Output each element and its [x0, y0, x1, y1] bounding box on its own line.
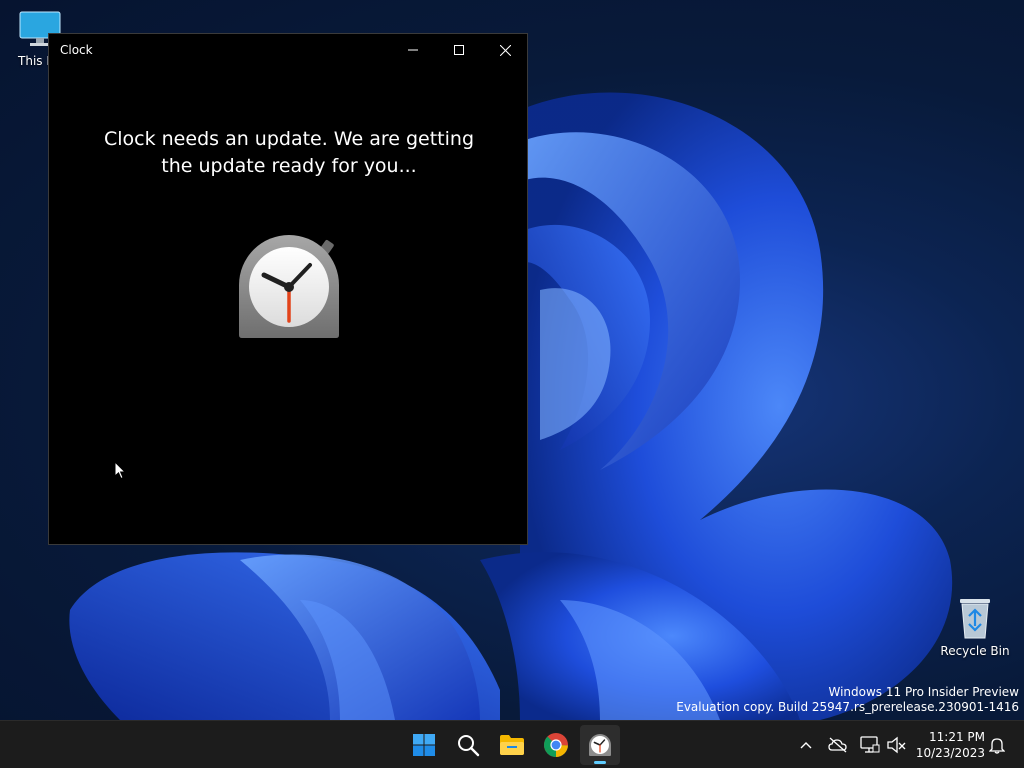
onedrive-offline-icon	[828, 737, 847, 753]
tray-date: 10/23/2023	[915, 746, 985, 760]
search-button[interactable]	[448, 725, 488, 765]
active-indicator	[594, 761, 606, 764]
volume-tray-button[interactable]	[884, 733, 908, 757]
desktop-icon-recycle-bin[interactable]: Recycle Bin	[935, 596, 1015, 658]
windows-logo-icon	[413, 734, 435, 756]
desktop-icon-label: Recycle Bin	[940, 644, 1010, 658]
network-tray-button[interactable]	[858, 733, 882, 757]
clock-icon	[589, 734, 611, 756]
network-icon	[860, 736, 880, 753]
minimize-button[interactable]	[390, 34, 436, 66]
watermark-line2: Evaluation copy. Build 25947.rs_prerelea…	[676, 700, 1019, 714]
folder-icon	[500, 735, 524, 755]
close-button[interactable]	[482, 34, 528, 66]
update-message: Clock needs an update. We are getting th…	[103, 128, 475, 177]
maximize-button[interactable]	[436, 34, 482, 66]
tray-clock[interactable]: 11:21 PM 10/23/2023	[915, 729, 985, 761]
bell-icon	[989, 738, 1005, 754]
close-icon	[499, 44, 511, 56]
start-button[interactable]	[404, 725, 444, 765]
clock-app-icon	[238, 235, 340, 343]
minimize-icon	[408, 49, 418, 51]
tray-time: 11:21 PM	[929, 730, 985, 744]
volume-muted-icon	[887, 736, 906, 754]
recycle-bin-icon	[960, 599, 990, 639]
maximize-icon	[454, 45, 464, 55]
search-icon	[458, 735, 480, 757]
mouse-cursor-icon	[114, 460, 127, 484]
window-title: Clock	[60, 43, 93, 57]
watermark-line1: Windows 11 Pro Insider Preview	[828, 685, 1019, 699]
chevron-up-icon	[800, 742, 812, 749]
evaluation-watermark: Windows 11 Pro Insider Preview Evaluatio…	[676, 685, 1019, 715]
onedrive-tray-button[interactable]	[826, 733, 850, 757]
title-bar[interactable]: Clock	[49, 34, 527, 66]
chrome-button[interactable]	[536, 725, 576, 765]
taskbar: 11:21 PM 10/23/2023	[0, 720, 1024, 768]
file-explorer-button[interactable]	[492, 725, 532, 765]
clock-taskbar-button[interactable]	[580, 725, 620, 765]
chrome-icon	[544, 733, 568, 757]
notifications-button[interactable]	[985, 733, 1009, 757]
show-hidden-icons-button[interactable]	[794, 733, 818, 757]
